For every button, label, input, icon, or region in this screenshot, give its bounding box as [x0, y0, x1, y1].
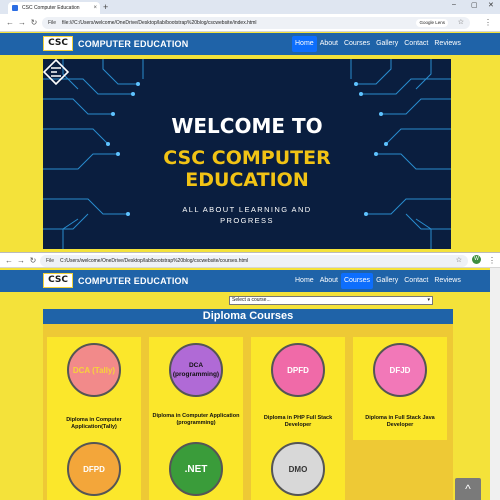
banner-welcome-text: WELCOME TO	[171, 114, 323, 138]
tab-title: CSC Computer Education	[22, 5, 80, 11]
section-title: Diploma Courses	[43, 309, 453, 324]
close-tab-icon[interactable]: ×	[93, 2, 97, 14]
csc-logo[interactable]: CSC	[43, 273, 73, 288]
course-badge: DPFD	[271, 343, 325, 397]
nav-courses[interactable]: Courses	[341, 36, 373, 52]
file-scheme-label: File	[46, 258, 55, 264]
course-card[interactable]: DCA (Tally) Diploma in Computer Applicat…	[47, 337, 141, 440]
nav-contact[interactable]: Contact	[401, 36, 431, 52]
nav-about[interactable]: About	[317, 36, 341, 52]
browser-tabstrip: CSC Computer Education × + – ▢ ✕	[0, 0, 500, 14]
scrollbar[interactable]	[490, 268, 500, 500]
maximize-icon[interactable]: ▢	[471, 1, 478, 9]
url-text: C:/Users/welcome/OneDrive/Desktop/lab/bo…	[60, 258, 249, 264]
menu-icon[interactable]: ⋮	[486, 255, 498, 267]
menu-icon[interactable]: ⋮	[482, 17, 494, 29]
course-card[interactable]: DFPD	[47, 436, 141, 500]
nav-reviews[interactable]: Reviews	[431, 273, 463, 289]
nav-links: Home About Courses Gallery Contact Revie…	[292, 36, 464, 52]
course-select[interactable]: Select a course... ▾	[229, 296, 433, 305]
course-badge: DCA (programming)	[169, 343, 223, 397]
course-badge: DMO	[271, 442, 325, 496]
browser-tab[interactable]: CSC Computer Education ×	[8, 2, 100, 14]
course-card[interactable]: DCA (programming) Diploma in Computer Ap…	[149, 337, 243, 440]
course-badge-text: DCA (Tally)	[72, 365, 116, 375]
nav-gallery[interactable]: Gallery	[373, 273, 401, 289]
course-badge-text: DMO	[288, 464, 308, 474]
course-grid: DCA (Tally) Diploma in Computer Applicat…	[43, 324, 453, 500]
brand-title[interactable]: COMPUTER EDUCATION	[78, 270, 188, 292]
course-badge: DCA (Tally)	[67, 343, 121, 397]
course-badge: .NET	[169, 442, 223, 496]
google-lens-button[interactable]: Google Lens	[416, 19, 448, 27]
banner-tagline-line2: PROGRESS	[220, 216, 274, 225]
brand-title[interactable]: COMPUTER EDUCATION	[78, 33, 188, 55]
nav-contact[interactable]: Contact	[401, 273, 431, 289]
close-window-icon[interactable]: ✕	[488, 1, 494, 9]
bookmark-star-icon[interactable]: ☆	[458, 17, 464, 29]
url-text: file:///C:/Users/welcome/OneDrive/Deskto…	[62, 20, 257, 26]
banner-tagline-line1: ALL ABOUT LEARNING AND	[182, 205, 312, 214]
browser-toolbar-2: ← → ↻ File C:/Users/welcome/OneDrive/Des…	[0, 252, 500, 268]
profile-avatar[interactable]: W	[472, 255, 481, 264]
nav-gallery[interactable]: Gallery	[373, 36, 401, 52]
course-badge-text: DFJD	[389, 365, 411, 375]
nav-about[interactable]: About	[317, 273, 341, 289]
csc-diamond-icon	[43, 59, 69, 85]
course-badge-text: .NET	[184, 463, 208, 475]
nav-home[interactable]: Home	[292, 36, 317, 52]
course-badge-text: DFPD	[83, 464, 105, 474]
course-badge-text: DCA (programming)	[172, 362, 220, 378]
course-card[interactable]: DPFD Diploma in PHP Full Stack Developer	[251, 337, 345, 440]
site-navbar-2: CSC COMPUTER EDUCATION Home About Course…	[0, 270, 500, 292]
hero-banner: WELCOME TO CSC COMPUTER EDUCATION ALL AB…	[43, 59, 451, 249]
new-tab-button[interactable]: +	[103, 2, 108, 12]
course-title: Diploma in PHP Full Stack Developer	[263, 415, 333, 428]
course-badge: DFJD	[373, 343, 427, 397]
back-icon[interactable]: ←	[4, 17, 16, 29]
scroll-to-top-button[interactable]: ^	[455, 478, 481, 500]
banner-tagline: ALL ABOUT LEARNING AND PROGRESS	[43, 204, 451, 226]
reload-icon[interactable]: ↻	[28, 17, 40, 29]
course-badge: DFPD	[67, 442, 121, 496]
course-card[interactable]: DMO	[251, 436, 345, 500]
minimize-icon[interactable]: –	[452, 1, 456, 8]
address-bar-2[interactable]: File C:/Users/welcome/OneDrive/Desktop/l…	[40, 255, 468, 267]
banner-title-line1: CSC COMPUTER	[163, 147, 331, 169]
bookmark-star-icon[interactable]: ☆	[456, 255, 462, 267]
course-title: Diploma in Computer Application (program…	[152, 413, 240, 426]
nav-reviews[interactable]: Reviews	[431, 36, 463, 52]
chevron-down-icon: ▾	[427, 297, 430, 303]
course-card[interactable]: .NET	[149, 436, 243, 500]
course-badge-text: DPFD	[287, 365, 309, 375]
nav-links: Home About Courses Gallery Contact Revie…	[292, 273, 464, 289]
course-title: Diploma in Computer Application(Tally)	[66, 417, 122, 430]
forward-icon[interactable]: →	[15, 255, 27, 267]
reload-icon[interactable]: ↻	[27, 255, 39, 267]
file-scheme-label: File	[48, 20, 57, 26]
back-icon[interactable]: ←	[3, 255, 15, 267]
course-title: Diploma in Full Stack Java Developer	[365, 415, 435, 428]
site-navbar: CSC COMPUTER EDUCATION Home About Course…	[0, 33, 500, 55]
page-favicon-icon	[12, 5, 18, 11]
browser-toolbar: ← → ↻ File file:///C:/Users/welcome/OneD…	[0, 14, 500, 32]
banner-title: CSC COMPUTER EDUCATION	[43, 147, 451, 191]
csc-logo[interactable]: CSC	[43, 36, 73, 51]
banner-title-line2: EDUCATION	[185, 169, 309, 191]
nav-home[interactable]: Home	[292, 273, 317, 289]
forward-icon[interactable]: →	[16, 17, 28, 29]
course-card[interactable]: DFJD Diploma in Full Stack Java Develope…	[353, 337, 447, 440]
nav-courses[interactable]: Courses	[340, 273, 374, 289]
address-bar[interactable]: File file:///C:/Users/welcome/OneDrive/D…	[42, 17, 470, 29]
course-select-value: Select a course...	[232, 297, 271, 303]
